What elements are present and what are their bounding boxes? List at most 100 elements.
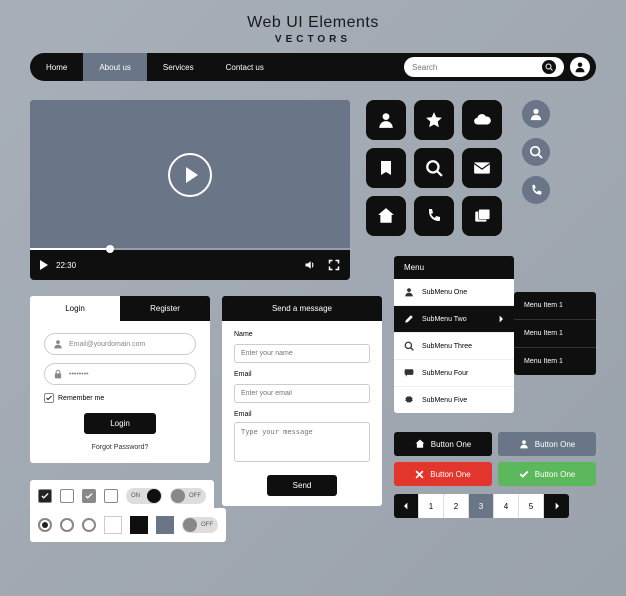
nav-contact[interactable]: Contact us [210, 53, 280, 81]
flyout-item-2[interactable]: Menu Item 1 [514, 320, 596, 348]
toggle-off[interactable]: OFF [170, 488, 206, 504]
message-header: Send a message [222, 296, 382, 321]
search-bar[interactable] [404, 57, 564, 77]
volume-icon[interactable] [304, 259, 316, 271]
menu-header: Menu [394, 256, 514, 279]
page-subtitle: VECTORS [0, 34, 626, 45]
checkbox-checked-1[interactable] [38, 489, 52, 503]
radio-off-1[interactable] [60, 518, 74, 532]
email-label: Email [234, 371, 370, 378]
play-button[interactable] [168, 153, 212, 197]
page-1[interactable]: 1 [419, 494, 444, 518]
page-next[interactable] [544, 494, 569, 518]
cloud-icon[interactable] [462, 100, 502, 140]
circle-phone-icon[interactable] [522, 176, 550, 204]
menu-card: Menu SubMenu One SubMenu Two SubMenu Thr… [394, 256, 514, 413]
chat-icon [404, 368, 414, 378]
radio-off-2[interactable] [82, 518, 96, 532]
menu-item-3[interactable]: SubMenu Three [394, 333, 514, 360]
close-icon [415, 470, 424, 479]
message-textarea[interactable] [234, 422, 370, 462]
menu-item-2[interactable]: SubMenu Two [394, 306, 514, 333]
pencil-icon [404, 314, 414, 324]
pagination: 1 2 3 4 5 [394, 494, 569, 518]
page-2[interactable]: 2 [444, 494, 469, 518]
video-player: 22:30 [30, 100, 350, 280]
button-slate[interactable]: Button One [498, 432, 596, 456]
message-label: Email [234, 411, 370, 418]
checkbox-unchecked-1[interactable] [60, 489, 74, 503]
search-icon [404, 341, 414, 351]
flyout-item-1[interactable]: Menu Item 1 [514, 292, 596, 320]
search-input[interactable] [412, 63, 542, 72]
button-green[interactable]: Button One [498, 462, 596, 486]
flyout-item-3[interactable]: Menu Item 1 [514, 348, 596, 375]
bookmark-icon[interactable] [366, 148, 406, 188]
home-icon [415, 439, 425, 449]
check-icon [519, 469, 529, 479]
login-button[interactable]: Login [84, 413, 156, 434]
search-icon-box[interactable] [414, 148, 454, 188]
search-icon[interactable] [542, 60, 556, 74]
send-button[interactable]: Send [267, 475, 338, 496]
swatch-white[interactable] [104, 516, 122, 534]
toggle-on[interactable]: ON [126, 488, 162, 504]
lock-icon [53, 369, 63, 379]
windows-icon[interactable] [462, 196, 502, 236]
swatch-black[interactable] [130, 516, 148, 534]
play-icon[interactable] [40, 260, 48, 270]
user-icon [53, 339, 63, 349]
name-label: Name [234, 331, 370, 338]
mail-icon[interactable] [462, 148, 502, 188]
name-input[interactable] [234, 344, 370, 363]
progress-bar[interactable] [30, 248, 350, 250]
submenu-flyout: Menu Item 1 Menu Item 1 Menu Item 1 [514, 292, 596, 375]
page-prev[interactable] [394, 494, 419, 518]
tab-register[interactable]: Register [120, 296, 210, 321]
chevron-right-icon [498, 315, 504, 323]
nav-services[interactable]: Services [147, 53, 210, 81]
toggle-off-2[interactable]: OFF [182, 517, 218, 533]
circle-icons [522, 100, 550, 204]
menu-item-5[interactable]: SubMenu Five [394, 387, 514, 413]
star-icon[interactable] [414, 100, 454, 140]
home-icon[interactable] [366, 196, 406, 236]
phone-icon[interactable] [414, 196, 454, 236]
radio-on-1[interactable] [38, 518, 52, 532]
icon-grid [366, 100, 502, 236]
tab-login[interactable]: Login [30, 296, 120, 321]
page-title: Web UI Elements [0, 14, 626, 32]
circle-user-icon[interactable] [522, 100, 550, 128]
page-3[interactable]: 3 [469, 494, 494, 518]
checkbox-checked-2[interactable] [82, 489, 96, 503]
user-icon [404, 287, 414, 297]
menu-item-1[interactable]: SubMenu One [394, 279, 514, 306]
password-field[interactable]: •••••••• [44, 363, 196, 385]
video-time: 22:30 [56, 261, 76, 270]
email-field[interactable]: Email@yourdomain.com [44, 333, 196, 355]
avatar-icon[interactable] [570, 57, 590, 77]
menu-item-4[interactable]: SubMenu Four [394, 360, 514, 387]
video-area[interactable] [30, 100, 350, 250]
circle-search-icon[interactable] [522, 138, 550, 166]
email-input[interactable] [234, 384, 370, 403]
button-dark[interactable]: Button One [394, 432, 492, 456]
user-icon [519, 439, 529, 449]
remember-checkbox[interactable]: Remember me [44, 393, 196, 403]
button-grid: Button One Button One Button One Button … [394, 432, 596, 486]
message-card: Send a message Name Email Email Send [222, 296, 382, 506]
nav-about[interactable]: About us [83, 53, 147, 81]
forgot-password-link[interactable]: Forgot Password? [44, 444, 196, 451]
checkbox-unchecked-2[interactable] [104, 489, 118, 503]
nav-home[interactable]: Home [30, 53, 83, 81]
page-5[interactable]: 5 [519, 494, 544, 518]
user-icon[interactable] [366, 100, 406, 140]
radio-row: OFF [30, 508, 226, 542]
gear-icon [404, 395, 414, 405]
button-red[interactable]: Button One [394, 462, 492, 486]
swatch-slate[interactable] [156, 516, 174, 534]
navbar: Home About us Services Contact us [30, 53, 596, 81]
login-card: Login Register Email@yourdomain.com ••••… [30, 296, 210, 463]
fullscreen-icon[interactable] [328, 259, 340, 271]
page-4[interactable]: 4 [494, 494, 519, 518]
